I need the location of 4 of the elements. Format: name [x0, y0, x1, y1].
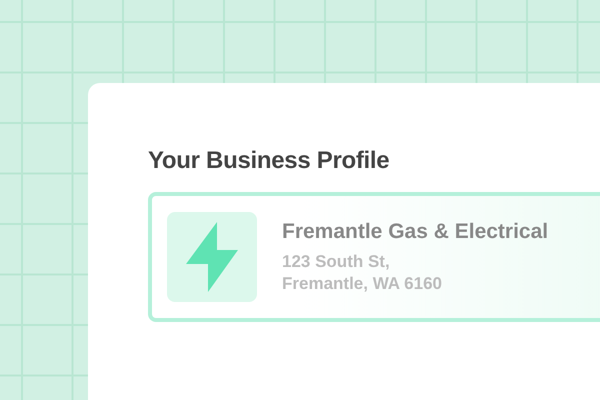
- card-title: Your Business Profile: [148, 146, 390, 176]
- lightning-icon: [186, 222, 238, 292]
- business-name: Fremantle Gas & Electrical: [282, 219, 548, 245]
- business-address: 123 South St, Fremantle, WA 6160: [282, 251, 443, 295]
